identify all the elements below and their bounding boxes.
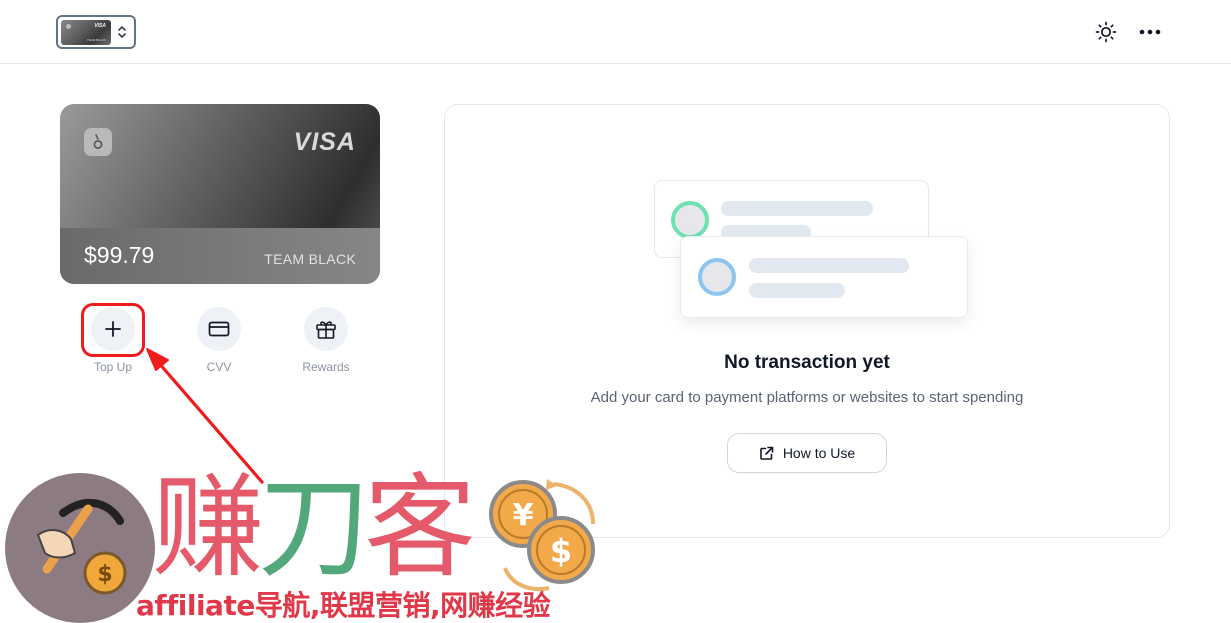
coins-icon: ¥ $: [489, 479, 595, 591]
svg-text:$: $: [97, 562, 112, 587]
yen-symbol: ¥: [513, 498, 534, 533]
watermark-logo-disc: $: [5, 473, 155, 623]
watermark-caption: affiliate导航,联盟营销,网赚经验: [136, 589, 551, 622]
pickaxe-icon: $: [36, 499, 127, 595]
watermark-char-2: 刀: [258, 463, 370, 593]
watermark-char-1: 赚: [152, 463, 264, 593]
page: VISA TEAM BLACK VISA $99.79 TEAM BLACK T…: [0, 0, 1231, 623]
watermark-char-3: 客: [364, 463, 476, 593]
watermark-title: 赚刀客: [152, 468, 476, 588]
dollar-symbol: $: [550, 532, 572, 570]
